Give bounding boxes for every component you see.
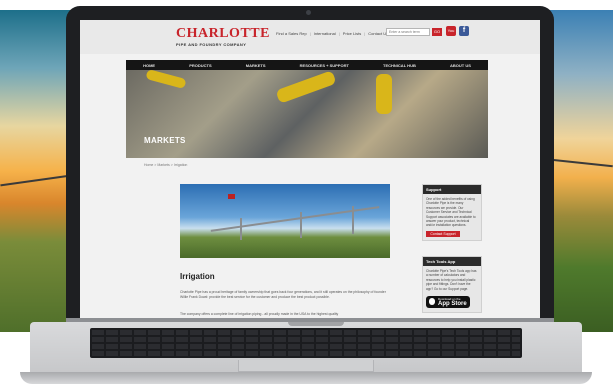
key-row xyxy=(92,351,520,356)
nav-item-markets[interactable]: MARKETS xyxy=(246,63,266,68)
page-heading: Irrigation xyxy=(180,272,215,281)
tech-tools-card-text: Charlotte Pipe's Tech Tools app has a nu… xyxy=(426,269,477,291)
tech-tools-card: Tech Tools App Charlotte Pipe's Tech Too… xyxy=(422,256,482,314)
nav-item-home[interactable]: HOME xyxy=(143,63,155,68)
link-separator: | xyxy=(364,31,366,36)
pivot-rig-image xyxy=(240,218,242,240)
pivot-rig-image xyxy=(210,206,380,232)
apple-icon xyxy=(429,298,435,306)
search-go-button[interactable]: GO xyxy=(432,28,442,36)
pivot-rig-image xyxy=(300,212,302,238)
body-paragraph: Charlotte Pipe has a proud heritage of f… xyxy=(180,290,386,299)
breadcrumb[interactable]: Home > Markets > Irrigation xyxy=(144,163,187,167)
hero-title: MARKETS xyxy=(144,136,186,145)
link-separator: | xyxy=(338,31,340,36)
link-international[interactable]: International xyxy=(314,31,336,36)
logo-tagline: PIPE AND FOUNDRY COMPANY xyxy=(176,42,247,47)
flag-image xyxy=(228,194,235,199)
body-paragraph: The company offers a complete line of ir… xyxy=(180,312,339,316)
hero-banner: MARKETS xyxy=(126,70,488,158)
link-find-sales-rep[interactable]: Find a Sales Rep xyxy=(276,31,307,36)
support-card: Support One of the added benefits of usi… xyxy=(422,184,482,241)
logo-wordmark: CHARLOTTE xyxy=(176,26,270,41)
search-input[interactable]: Enter a search term xyxy=(386,28,430,36)
laptop-front-edge xyxy=(20,372,592,384)
nav-item-about-us[interactable]: ABOUT US xyxy=(450,63,471,68)
nav-item-resources-support[interactable]: RESOURCES + SUPPORT xyxy=(300,63,349,68)
contact-support-button[interactable]: Contact Support xyxy=(426,230,460,237)
robot-arm-image xyxy=(275,70,337,104)
trackpad xyxy=(238,360,374,372)
support-card-text: One of the added benefits of using Charl… xyxy=(426,197,476,228)
support-card-title: Support xyxy=(423,185,481,194)
nav-item-products[interactable]: PRODUCTS xyxy=(189,63,211,68)
nav-item-technical-hub[interactable]: TECHNICAL HUB xyxy=(383,63,416,68)
key-row xyxy=(92,337,520,342)
key-row xyxy=(92,344,520,349)
webcam-icon xyxy=(306,10,311,15)
app-store-badge[interactable]: Download on the App Store xyxy=(426,296,470,309)
site-logo[interactable]: CHARLOTTE PIPE AND FOUNDRY COMPANY xyxy=(176,26,270,47)
facebook-icon[interactable]: f xyxy=(459,26,469,36)
main-nav: HOME PRODUCTS MARKETS RESOURCES + SUPPOR… xyxy=(126,60,488,70)
irrigation-photo xyxy=(180,184,390,258)
robot-arm-image xyxy=(376,74,392,114)
app-store-badge-big: App Store xyxy=(438,301,467,308)
lid-notch xyxy=(288,322,344,326)
youtube-icon[interactable]: You xyxy=(446,26,456,36)
scene: CHARLOTTE PIPE AND FOUNDRY COMPANY Find … xyxy=(0,0,613,392)
keyboard xyxy=(90,328,522,358)
key-row xyxy=(92,330,520,335)
laptop-base xyxy=(30,322,582,372)
link-separator: | xyxy=(309,31,311,36)
pivot-rig-image xyxy=(352,206,354,234)
link-price-lists[interactable]: Price Lists xyxy=(343,31,361,36)
browser-screen: CHARLOTTE PIPE AND FOUNDRY COMPANY Find … xyxy=(80,20,540,322)
tech-tools-card-title: Tech Tools App xyxy=(423,257,481,266)
laptop-lid: CHARLOTTE PIPE AND FOUNDRY COMPANY Find … xyxy=(66,6,554,324)
robot-arm-image xyxy=(145,70,187,90)
site-header: CHARLOTTE PIPE AND FOUNDRY COMPANY Find … xyxy=(80,20,540,54)
utility-links: Find a Sales Rep | International | Price… xyxy=(276,31,388,36)
